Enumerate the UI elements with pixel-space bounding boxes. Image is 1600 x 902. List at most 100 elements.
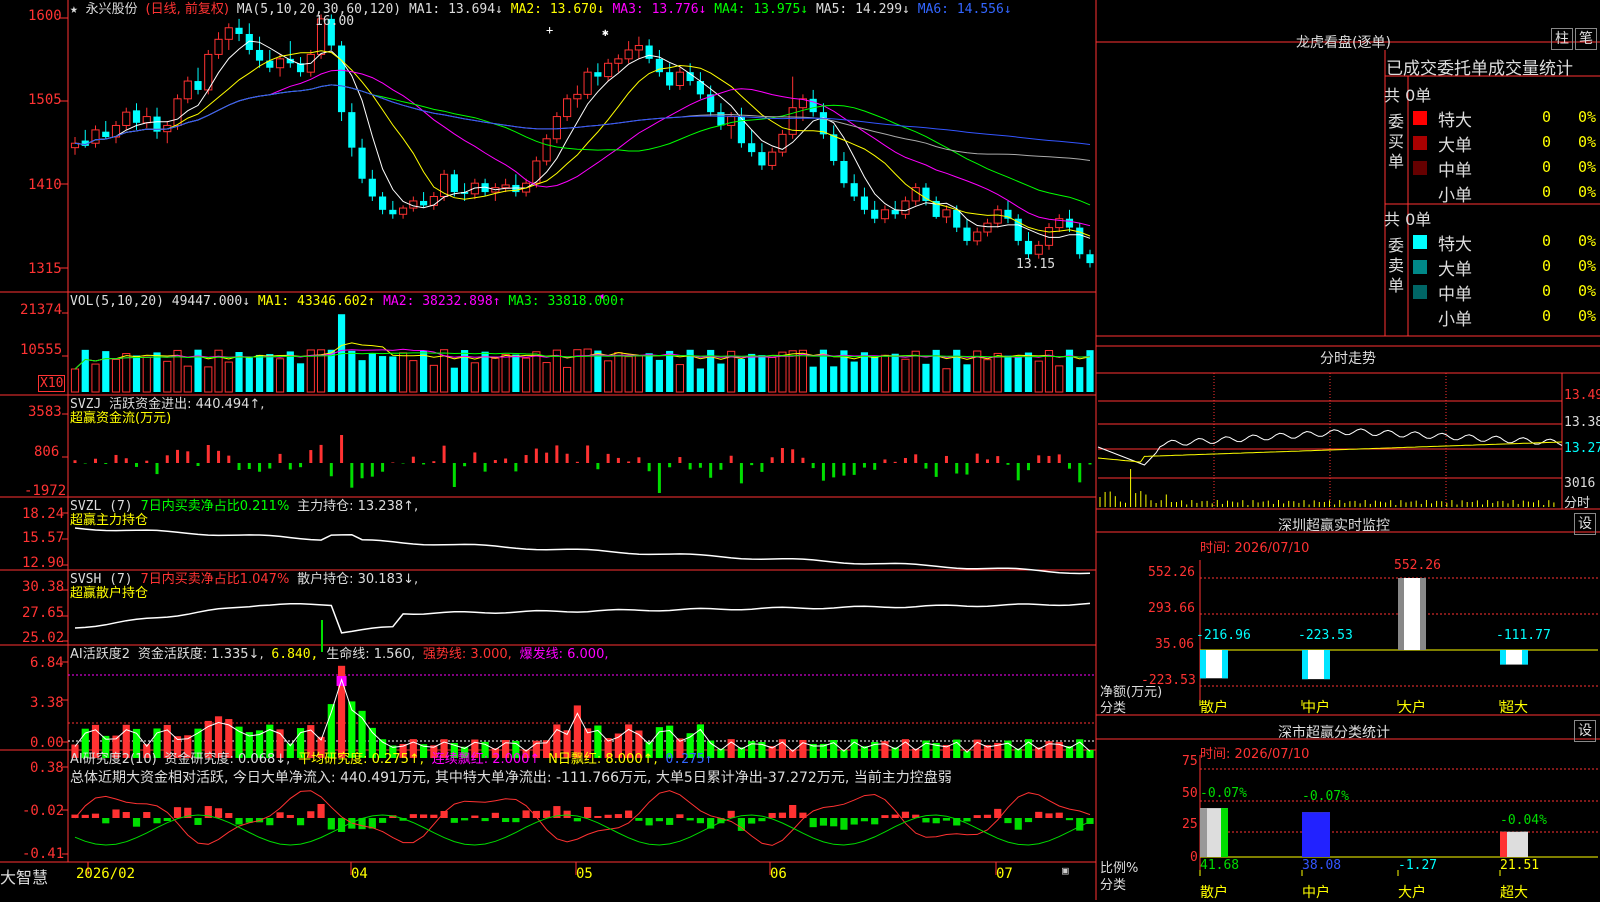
research-bar bbox=[266, 818, 274, 826]
flow-bar bbox=[975, 453, 979, 463]
candle-body bbox=[573, 93, 582, 100]
candle-body bbox=[850, 183, 858, 197]
lock-icon[interactable]: ▣ bbox=[1062, 864, 1069, 877]
candle-body bbox=[358, 147, 366, 179]
flow-bar bbox=[227, 455, 231, 463]
ma2-value: MA2: 13.670↓ bbox=[510, 2, 605, 17]
tick-mode-button[interactable]: 笔 bbox=[1575, 28, 1597, 50]
candle-body bbox=[953, 209, 961, 228]
research-bar bbox=[132, 818, 141, 827]
research-bar bbox=[194, 818, 202, 825]
vol-ma1: MA1: 43346.602↑ bbox=[257, 294, 376, 309]
research-bar bbox=[963, 818, 971, 822]
research-bar bbox=[430, 814, 438, 818]
order-count: 0 bbox=[1542, 232, 1552, 250]
classify-top-label: -0.07% bbox=[1200, 786, 1247, 801]
research-bar bbox=[850, 818, 858, 825]
flow-bar bbox=[627, 461, 631, 463]
volume-bar bbox=[696, 368, 704, 392]
research-bar bbox=[1035, 811, 1043, 818]
order-percent: 0% bbox=[1578, 108, 1597, 126]
classify-bar-edge bbox=[1500, 831, 1507, 857]
svsh-tick: 25.02 bbox=[22, 630, 65, 646]
ai-yj-t3: 连续飘红: 2.000↑ bbox=[431, 752, 541, 767]
candle-body bbox=[501, 184, 510, 189]
flow-bar bbox=[688, 463, 692, 470]
monitor-xlabel: 分类 bbox=[1100, 701, 1127, 716]
date-tick: 2026/02 bbox=[76, 866, 136, 882]
flow-bar bbox=[370, 463, 374, 477]
classify-bar-edge bbox=[1521, 831, 1528, 857]
candle-body bbox=[727, 116, 736, 126]
candle-body bbox=[235, 27, 243, 34]
research-bar bbox=[409, 814, 417, 818]
brand-logo[interactable]: 大智慧 bbox=[0, 864, 48, 888]
ai-hy-t5: 爆发线: 6.000, bbox=[519, 647, 609, 662]
svzl-sub: 超赢主力持仓 bbox=[70, 513, 149, 528]
flow-bar bbox=[575, 461, 579, 463]
candle-body bbox=[666, 72, 674, 86]
flow-bar bbox=[1016, 463, 1020, 481]
flow-bar bbox=[903, 457, 907, 463]
ai-hy-legend: AI活跃度2 资金活跃度: 1.335↓, 6.840, 生命线: 1.560,… bbox=[70, 647, 609, 663]
stats-tab[interactable]: 已成交委托单成交量统计 bbox=[1386, 54, 1573, 79]
flow-bar bbox=[534, 448, 538, 463]
flow-bar bbox=[247, 463, 251, 469]
candle-body bbox=[860, 196, 869, 210]
research-bar bbox=[522, 810, 530, 818]
flow-bar bbox=[565, 453, 569, 463]
star-icon[interactable]: ★ bbox=[70, 2, 78, 17]
volume-bar bbox=[378, 356, 387, 392]
svzl-tick: 18.24 bbox=[22, 506, 65, 522]
candle-body bbox=[450, 174, 458, 193]
flow-bar bbox=[596, 463, 600, 470]
classify-settings-button[interactable]: 设 bbox=[1574, 720, 1596, 742]
flow-bar bbox=[1067, 463, 1071, 469]
research-bar bbox=[214, 808, 223, 818]
research-bar bbox=[809, 818, 817, 828]
volume-bar bbox=[634, 355, 643, 393]
ma5-value: MA5: 14.299↓ bbox=[815, 2, 910, 17]
classify-bar-edge bbox=[1200, 808, 1207, 857]
volume-bar bbox=[1004, 355, 1012, 392]
flow-bar bbox=[606, 453, 610, 463]
order-count: 0 bbox=[1542, 282, 1552, 300]
order-percent: 0% bbox=[1578, 257, 1597, 275]
order-percent: 0% bbox=[1578, 133, 1597, 151]
flow-bar bbox=[944, 455, 948, 463]
volume-bar bbox=[70, 368, 80, 393]
candle-body bbox=[922, 187, 930, 201]
research-bar bbox=[635, 818, 643, 821]
candle-body bbox=[645, 45, 653, 59]
candle-body bbox=[255, 49, 264, 61]
volume-bar bbox=[624, 356, 633, 393]
flow-bar bbox=[647, 463, 651, 472]
candle-body bbox=[983, 222, 992, 233]
volume-bar bbox=[153, 352, 161, 392]
candle-body bbox=[542, 138, 551, 162]
volume-bar bbox=[235, 352, 243, 392]
flow-bar bbox=[924, 463, 928, 469]
bar-mode-button[interactable]: 柱 bbox=[1551, 28, 1573, 50]
chart-mode[interactable]: (日线, 前复权) bbox=[146, 2, 229, 17]
flow-bar bbox=[934, 463, 938, 477]
flow-bar bbox=[104, 463, 108, 464]
svzj-text: 活跃资金进出: 440.494↑, bbox=[109, 397, 265, 412]
research-bar bbox=[748, 818, 756, 824]
volume-bar bbox=[142, 356, 151, 393]
volume-bar bbox=[911, 350, 920, 393]
low-mark: 13.15 bbox=[1016, 257, 1056, 272]
research-bar bbox=[860, 818, 869, 822]
ma120-line bbox=[74, 84, 1091, 146]
order-type-label: 大单 bbox=[1438, 260, 1472, 280]
monitor-settings-button[interactable]: 设 bbox=[1574, 513, 1596, 535]
candle-body bbox=[419, 200, 428, 206]
classify-bar-edge bbox=[1221, 808, 1228, 857]
legend-swatch bbox=[1413, 161, 1427, 175]
volume-bar bbox=[1034, 360, 1043, 393]
monitor-value-label: 552.26 bbox=[1394, 558, 1441, 573]
monitor-value-label: -216.96 bbox=[1196, 628, 1251, 643]
flow-bar bbox=[750, 463, 754, 466]
candle-body bbox=[398, 207, 408, 215]
research-bar bbox=[461, 818, 469, 821]
